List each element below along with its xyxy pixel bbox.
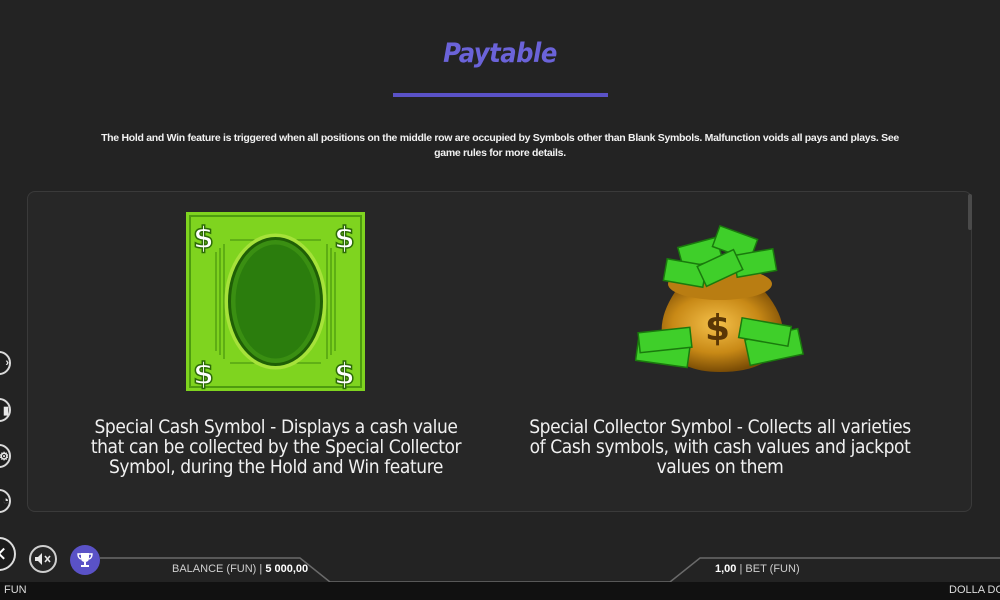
svg-text:$: $ — [193, 357, 214, 391]
bottom-strip — [0, 582, 1000, 600]
speaker-muted-icon — [35, 553, 51, 565]
bet-value: 1,00 — [715, 563, 737, 575]
balance-display: BALANCE (FUN) | 5 000,00 — [172, 563, 309, 575]
svg-text:$: $ — [705, 308, 730, 349]
balance-label: BALANCE (FUN) — [172, 563, 257, 575]
trophy-icon — [77, 553, 93, 567]
intro-text: The Hold and Win feature is triggered wh… — [101, 132, 899, 159]
cash-bill-icon: $ $ $ $ — [186, 212, 365, 391]
title-underline — [393, 93, 608, 97]
mute-button[interactable] — [29, 545, 57, 573]
money-bag-icon: $ — [635, 224, 805, 372]
bet-currency: (FUN) — [769, 563, 800, 575]
balance-value: 5 000,00 — [265, 563, 309, 575]
svg-text:$: $ — [334, 221, 355, 256]
side-button-info[interactable]: › — [0, 351, 11, 375]
close-icon: ✕ — [0, 542, 7, 567]
bet-label: BET — [745, 563, 767, 575]
side-button-settings[interactable]: ⚙ — [0, 444, 11, 468]
currency-label: FUN — [4, 584, 27, 596]
trophy-button[interactable] — [70, 545, 100, 575]
side-button-autoplay[interactable]: ▮ — [0, 398, 11, 422]
side-button-history[interactable]: ◔ — [0, 489, 11, 513]
cash-symbol-description: Special Cash Symbol - Displays a cash va… — [90, 416, 462, 478]
svg-text:$: $ — [334, 357, 355, 391]
scrollbar-thumb[interactable] — [968, 194, 972, 230]
bet-display: 1,00 | BET (FUN) — [715, 563, 800, 575]
svg-text:$: $ — [193, 221, 214, 256]
page-title: Paytable — [443, 38, 557, 69]
game-name: DOLLA DOLL — [949, 584, 1000, 596]
collector-symbol-description: Special Collector Symbol - Collects all … — [529, 416, 911, 478]
